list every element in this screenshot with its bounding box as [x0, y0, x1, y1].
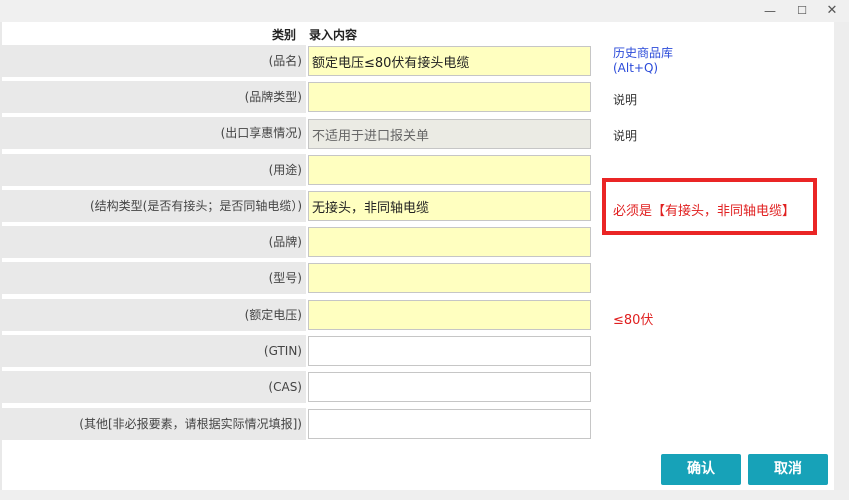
window-frame-bottom — [0, 490, 849, 500]
confirm-button[interactable]: 确认 — [661, 454, 741, 485]
model-input[interactable] — [308, 263, 591, 293]
rated-voltage-input[interactable] — [308, 300, 591, 330]
row-structure-type: (结构类型(是否有接头；是否同轴电缆）) — [2, 190, 306, 222]
row-gtin: (GTIN) — [2, 335, 306, 367]
row-label: (GTIN) — [263, 344, 302, 358]
row-label: (型号) — [268, 271, 302, 285]
row-label: (其他[非必报要素，请根据实际情况填报]) — [79, 417, 302, 431]
export-note[interactable]: 说明 — [613, 127, 637, 144]
row-model: (型号) — [2, 262, 306, 294]
brand-type-note[interactable]: 说明 — [613, 91, 637, 108]
voltage-hint: ≤80伏 — [613, 313, 654, 328]
row-export-preference: (出口享惠情况) — [2, 117, 306, 149]
minimize-icon[interactable]: — — [757, 2, 783, 20]
category-header: 类别 — [271, 28, 296, 42]
content-header: 录入内容 — [309, 28, 358, 42]
gtin-input[interactable] — [308, 336, 591, 366]
cas-input[interactable] — [308, 372, 591, 402]
row-product-name: (品名) — [2, 45, 306, 77]
row-label: (品牌) — [268, 235, 302, 249]
brand-type-input[interactable] — [308, 82, 591, 112]
row-brand-type: (品牌类型) — [2, 81, 306, 113]
product-name-input[interactable] — [308, 46, 591, 76]
row-label: (品牌类型) — [244, 90, 302, 104]
row-brand: (品牌) — [2, 226, 306, 258]
row-label: (结构类型(是否有接头；是否同轴电缆）) — [89, 199, 302, 213]
row-rated-voltage: (额定电压) — [2, 299, 306, 331]
structure-hint: 必须是【有接头，非同轴电缆】 — [613, 204, 796, 219]
history-link-title: 历史商品库 — [613, 46, 674, 60]
row-cas: (CAS) — [2, 371, 306, 403]
row-label: (品名) — [268, 54, 302, 68]
history-link-shortcut: (Alt+Q) — [613, 61, 659, 75]
row-usage: (用途) — [2, 154, 306, 186]
maximize-icon[interactable]: ☐ — [789, 2, 815, 20]
window-frame-right — [834, 22, 849, 500]
usage-input[interactable] — [308, 155, 591, 185]
other-input[interactable] — [308, 409, 591, 439]
window-titlebar: — ☐ ✕ — [0, 0, 849, 22]
row-label: (用途) — [268, 163, 302, 177]
structure-type-input[interactable] — [308, 191, 591, 221]
cancel-button[interactable]: 取消 — [748, 454, 828, 485]
export-preference-field — [308, 119, 591, 149]
history-library-link[interactable]: 历史商品库 (Alt+Q) — [613, 46, 673, 76]
row-label: (出口享惠情况) — [220, 126, 302, 140]
brand-input[interactable] — [308, 227, 591, 257]
row-label: (CAS) — [268, 380, 302, 394]
row-label: (额定电压) — [244, 308, 302, 322]
row-other: (其他[非必报要素，请根据实际情况填报]) — [2, 408, 306, 440]
close-icon[interactable]: ✕ — [819, 2, 845, 20]
